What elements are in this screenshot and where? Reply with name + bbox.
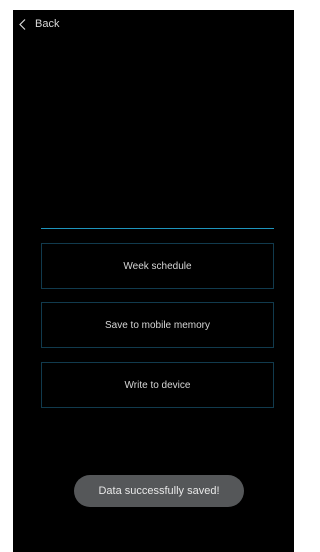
back-button[interactable]: Back bbox=[19, 14, 59, 34]
save-to-mobile-memory-button[interactable]: Save to mobile memory bbox=[41, 302, 274, 348]
toast-message: Data successfully saved! bbox=[98, 485, 220, 497]
write-to-device-button[interactable]: Write to device bbox=[41, 362, 274, 408]
accent-divider bbox=[41, 228, 274, 229]
app-screen: Back Week schedule Save to mobile memory… bbox=[13, 10, 294, 552]
week-schedule-button[interactable]: Week schedule bbox=[41, 243, 274, 289]
back-label: Back bbox=[35, 18, 60, 30]
chevron-left-icon bbox=[19, 18, 35, 30]
toast-notification: Data successfully saved! bbox=[74, 475, 244, 507]
